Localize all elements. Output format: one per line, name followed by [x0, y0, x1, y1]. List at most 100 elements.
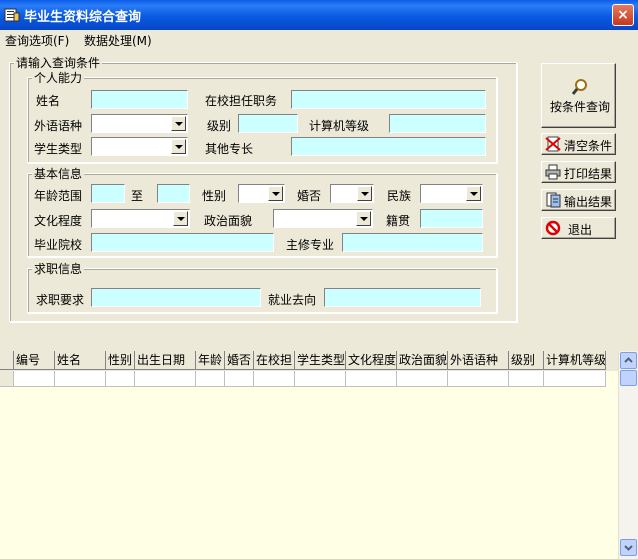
- native-place-field[interactable]: [420, 209, 483, 228]
- column-header[interactable]: 计算机等级: [544, 351, 606, 370]
- window-title: 毕业生资料综合查询: [24, 10, 142, 25]
- table-cell[interactable]: [55, 371, 106, 387]
- table-cell[interactable]: [196, 371, 225, 387]
- job-requirement-field[interactable]: [91, 288, 261, 307]
- exit-button-label: 退出: [568, 223, 593, 237]
- table-cell[interactable]: [448, 371, 509, 387]
- destination-label: 就业去向: [268, 293, 317, 307]
- app-icon: [4, 8, 20, 22]
- vertical-scrollbar[interactable]: [618, 351, 638, 559]
- chevron-down-icon[interactable]: [171, 116, 186, 131]
- column-header[interactable]: 在校担: [254, 351, 295, 370]
- language-select[interactable]: [91, 114, 188, 133]
- chevron-down-icon[interactable]: [466, 186, 481, 201]
- column-header[interactable]: 政治面貌: [397, 351, 448, 370]
- table-cell[interactable]: [397, 371, 448, 387]
- chevron-down-icon[interactable]: [357, 186, 372, 201]
- exit-button[interactable]: 退出: [541, 217, 616, 239]
- political-label: 政治面貌: [204, 214, 253, 228]
- query-by-condition-button[interactable]: 按条件查询: [541, 63, 616, 128]
- computer-level-field[interactable]: [389, 114, 486, 133]
- chevron-up-icon: [624, 357, 633, 363]
- name-label: 姓名: [36, 94, 61, 108]
- chevron-down-icon[interactable]: [173, 211, 188, 226]
- ethnicity-label: 民族: [387, 189, 412, 203]
- table-cell[interactable]: [14, 371, 55, 387]
- column-header[interactable]: 外语语种: [448, 351, 509, 370]
- table-row[interactable]: [0, 371, 606, 388]
- table-cell[interactable]: [544, 371, 606, 387]
- query-button-label: 按条件查询: [550, 100, 611, 114]
- column-header[interactable]: 学生类型: [295, 351, 346, 370]
- column-header[interactable]: 编号: [14, 351, 55, 370]
- clear-button-label: 清空条件: [564, 139, 613, 153]
- column-header[interactable]: 级别: [509, 351, 544, 370]
- export-button-label: 输出结果: [564, 195, 613, 209]
- print-button-label: 打印结果: [564, 167, 613, 181]
- clear-conditions-button[interactable]: 清空条件: [541, 133, 616, 155]
- scroll-up-button[interactable]: [620, 352, 637, 369]
- menu-query-options[interactable]: 查询选项(F): [5, 32, 69, 49]
- scroll-down-button[interactable]: [620, 539, 637, 556]
- student-type-label: 学生类型: [34, 142, 83, 156]
- native-place-label: 籍贯: [386, 214, 411, 228]
- ethnicity-select[interactable]: [420, 184, 483, 203]
- chevron-down-icon[interactable]: [268, 186, 283, 201]
- export-results-button[interactable]: 输出结果: [541, 189, 616, 211]
- political-select[interactable]: [273, 209, 373, 228]
- destination-field[interactable]: [324, 288, 481, 307]
- column-header[interactable]: 出生日期: [135, 351, 196, 370]
- table-cell[interactable]: [106, 371, 135, 387]
- major-field[interactable]: [342, 233, 483, 252]
- row-indicator-header: [0, 351, 14, 370]
- column-header[interactable]: 文化程度: [346, 351, 397, 370]
- column-header[interactable]: 年龄: [196, 351, 225, 370]
- magnifier-icon: [571, 79, 587, 95]
- other-skills-field[interactable]: [291, 137, 486, 156]
- table-cell[interactable]: [295, 371, 346, 387]
- row-indicator[interactable]: [0, 371, 14, 387]
- language-label: 外语语种: [34, 119, 83, 133]
- table-cell[interactable]: [254, 371, 295, 387]
- clear-icon: [545, 136, 561, 152]
- print-results-button[interactable]: 打印结果: [541, 161, 616, 183]
- chevron-down-icon: [624, 545, 633, 551]
- major-label: 主修专业: [286, 238, 335, 252]
- level-field[interactable]: [238, 114, 298, 133]
- age-from-field[interactable]: [91, 184, 125, 203]
- married-select[interactable]: [330, 184, 374, 203]
- close-button[interactable]: ×: [612, 4, 634, 26]
- job-info-title: 求职信息: [32, 260, 85, 277]
- position-field[interactable]: [291, 90, 486, 109]
- table-cell[interactable]: [346, 371, 397, 387]
- table-cell[interactable]: [225, 371, 254, 387]
- position-label: 在校担任职务: [205, 94, 278, 108]
- school-field[interactable]: [91, 233, 274, 252]
- column-header[interactable]: 姓名: [55, 351, 106, 370]
- scroll-thumb[interactable]: [620, 370, 637, 386]
- personal-ability-title: 个人能力: [32, 69, 85, 86]
- table-cell[interactable]: [135, 371, 196, 387]
- chevron-down-icon[interactable]: [171, 139, 186, 154]
- basic-info-title: 基本信息: [32, 165, 85, 182]
- age-to-field[interactable]: [157, 184, 190, 203]
- table-cell[interactable]: [509, 371, 544, 387]
- education-select[interactable]: [91, 209, 190, 228]
- name-field[interactable]: [91, 90, 188, 109]
- education-label: 文化程度: [34, 214, 83, 228]
- school-label: 毕业院校: [34, 238, 83, 252]
- age-range-label: 年龄范围: [34, 189, 83, 203]
- column-header[interactable]: 婚否: [225, 351, 254, 370]
- age-to-label: 至: [131, 189, 144, 203]
- student-type-select[interactable]: [91, 137, 188, 156]
- computer-level-label: 计算机等级: [309, 119, 370, 133]
- printer-icon: [545, 164, 561, 180]
- job-requirement-label: 求职要求: [36, 293, 85, 307]
- other-skills-label: 其他专长: [205, 142, 254, 156]
- married-label: 婚否: [297, 189, 322, 203]
- chevron-down-icon[interactable]: [356, 211, 371, 226]
- menu-data-processing[interactable]: 数据处理(M): [84, 32, 152, 49]
- gender-select[interactable]: [238, 184, 285, 203]
- column-header[interactable]: 性别: [106, 351, 135, 370]
- level-label: 级别: [207, 119, 232, 133]
